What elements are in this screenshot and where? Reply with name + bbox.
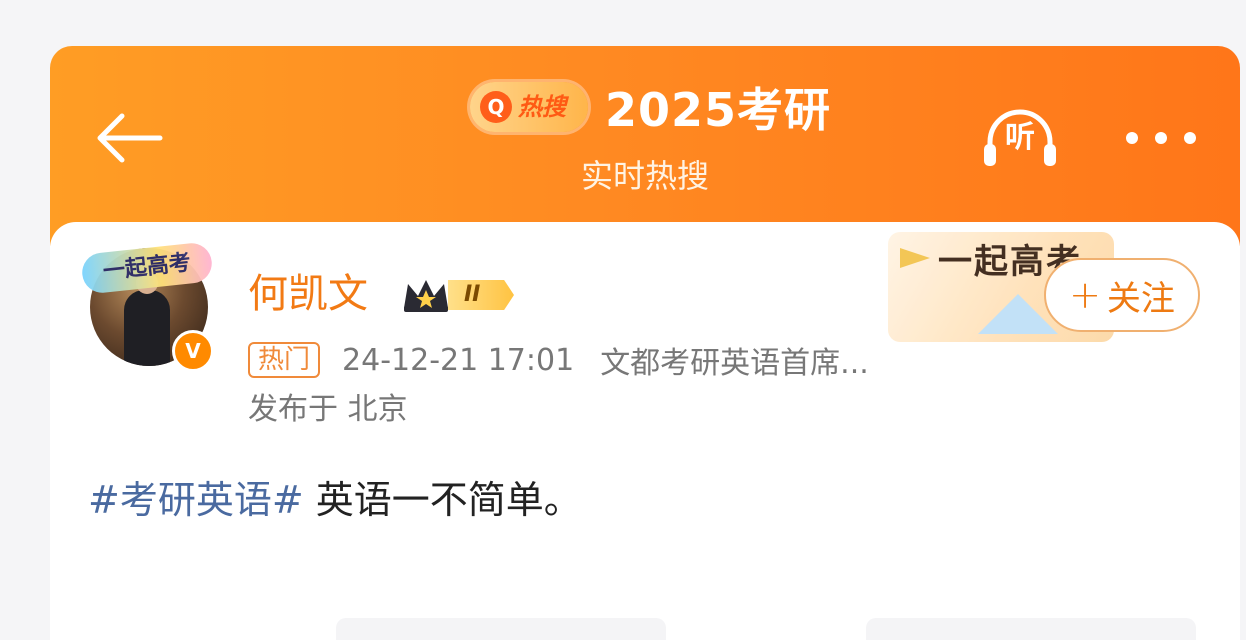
post-meta: 热门 24-12-21 17:01 文都考研英语首席... xyxy=(248,338,869,382)
topic-subtitle: 实时热搜 xyxy=(580,157,709,195)
avatar-person xyxy=(124,272,170,366)
post-source[interactable]: 文都考研英语首席... xyxy=(600,338,869,382)
hot-search-label: 热搜 xyxy=(518,93,566,121)
more-options-button[interactable] xyxy=(1126,118,1196,158)
follow-button[interactable]: + 关注 xyxy=(1044,258,1200,332)
media-thumbnail[interactable] xyxy=(866,618,1196,640)
post-location: 发布于 北京 xyxy=(248,392,408,427)
username[interactable]: 何凯文 xyxy=(248,266,368,322)
post-text-body: 英语一不简单。 xyxy=(303,478,582,522)
hot-tag: 热门 xyxy=(248,342,321,378)
listen-label: 听 xyxy=(1005,120,1035,155)
verified-icon: V xyxy=(172,330,214,372)
dot-icon xyxy=(1184,132,1196,144)
avatar[interactable]: 一起高考 V xyxy=(80,241,216,374)
post-text: #考研英语# 英语一不简单。 xyxy=(88,470,582,530)
dot-icon xyxy=(1155,132,1167,144)
follow-label: 关注 xyxy=(1106,278,1175,319)
post-timestamp: 24-12-21 17:01 xyxy=(342,342,575,378)
media-preview-row xyxy=(336,618,1196,640)
plus-icon: + xyxy=(1069,273,1101,317)
media-thumbnail[interactable] xyxy=(336,618,666,640)
crown-icon xyxy=(404,280,448,312)
listen-button[interactable]: 听 xyxy=(980,108,1060,172)
vip-badge[interactable]: II xyxy=(400,274,520,316)
search-icon: Q xyxy=(480,91,512,123)
topic-title: 2025考研 xyxy=(605,83,832,137)
dot-icon xyxy=(1126,132,1138,144)
paper-plane-icon xyxy=(900,248,930,268)
topic-page: Q 热搜 2025考研 实时热搜 听 一起高考 V 何凯文 II 一起高考 + … xyxy=(50,46,1240,640)
vip-level-label: II xyxy=(448,280,514,310)
topic-header: Q 热搜 2025考研 实时热搜 听 xyxy=(50,46,1240,246)
post-card: 一起高考 V 何凯文 II 一起高考 + 关注 热门 24-12-21 17:0… xyxy=(50,222,1240,640)
hashtag-link[interactable]: #考研英语# xyxy=(88,478,304,522)
hot-search-badge: Q 热搜 xyxy=(470,82,588,132)
